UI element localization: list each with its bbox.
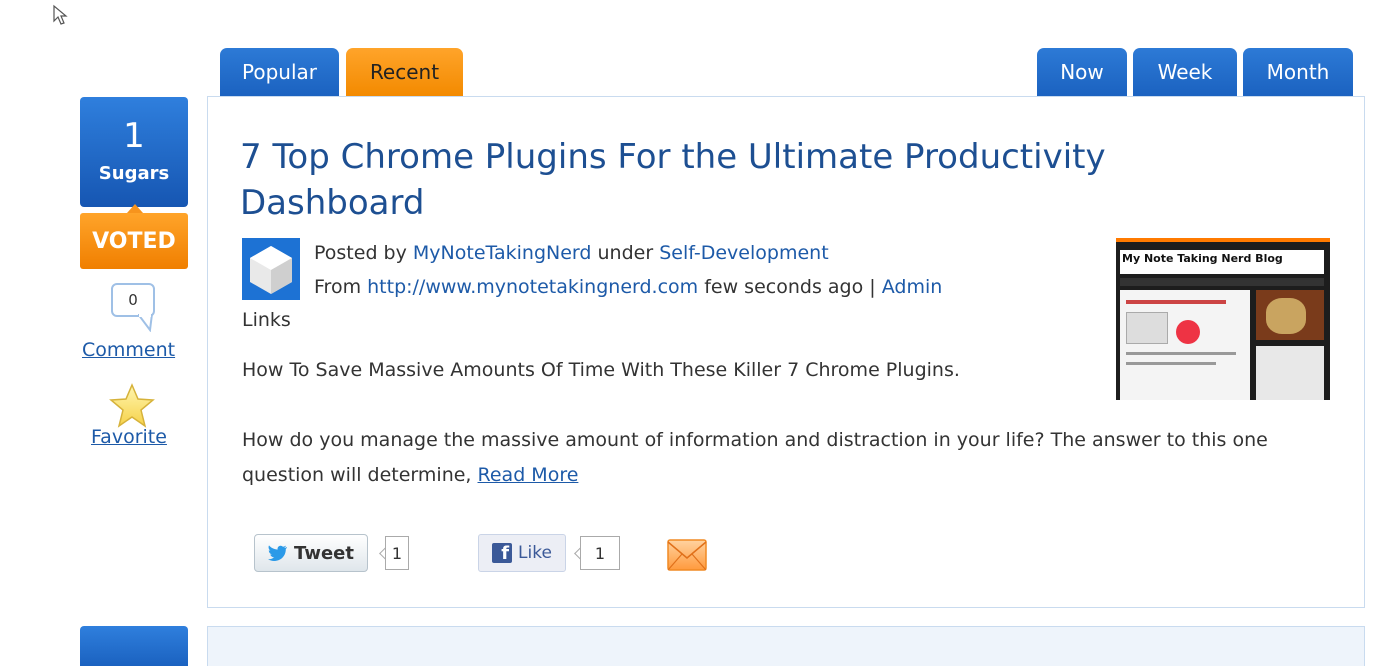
- time-ago: few seconds ago: [704, 276, 864, 298]
- cursor-icon: [53, 4, 68, 25]
- comment-bubble-tail: [138, 314, 154, 332]
- tab-recent[interactable]: Recent: [346, 48, 463, 96]
- comment-count: 0: [128, 291, 138, 309]
- cube-icon: [250, 246, 292, 294]
- story-title-link[interactable]: 7 Top Chrome Plugins For the Ultimate Pr…: [240, 137, 1106, 223]
- source-url-link[interactable]: http://www.mynotetakingnerd.com: [367, 276, 698, 298]
- facebook-like-button[interactable]: f Like: [478, 534, 566, 572]
- comment-bubble-icon[interactable]: 0: [111, 283, 155, 317]
- tweet-button[interactable]: Tweet: [254, 534, 368, 572]
- avatar[interactable]: [242, 238, 300, 300]
- source-line: From http://www.mynotetakingnerd.com few…: [314, 276, 942, 298]
- under-text: under: [597, 242, 654, 264]
- author-link[interactable]: MyNoteTakingNerd: [413, 242, 592, 264]
- vote-arrow: [127, 204, 143, 213]
- like-label: Like: [518, 543, 552, 563]
- email-icon[interactable]: [666, 534, 708, 574]
- story-thumbnail[interactable]: My Note Taking Nerd Blog: [1116, 238, 1330, 400]
- comment-link[interactable]: Comment: [82, 339, 175, 361]
- next-story-panel: [207, 626, 1365, 666]
- favorite-link[interactable]: Favorite: [91, 426, 167, 448]
- tab-popular[interactable]: Popular: [220, 48, 339, 96]
- tweet-label: Tweet: [294, 542, 354, 564]
- star-icon[interactable]: [108, 383, 156, 429]
- from-prefix: From: [314, 276, 362, 298]
- tab-week[interactable]: Week: [1133, 48, 1237, 96]
- tab-month[interactable]: Month: [1243, 48, 1353, 96]
- like-count: 1: [580, 536, 620, 570]
- posted-by-line: Posted by MyNoteTakingNerd under Self-De…: [314, 242, 829, 264]
- story-title[interactable]: 7 Top Chrome Plugins For the Ultimate Pr…: [240, 134, 1220, 226]
- facebook-icon: f: [492, 543, 513, 563]
- separator: |: [869, 276, 876, 298]
- thumbnail-blog-title: My Note Taking Nerd Blog: [1122, 252, 1283, 265]
- admin-links-link[interactable]: Admin: [882, 276, 943, 298]
- posted-by-prefix: Posted by: [314, 242, 407, 264]
- tweet-count: 1: [385, 536, 409, 570]
- admin-links-link-cont[interactable]: Links: [242, 309, 291, 331]
- tab-now[interactable]: Now: [1037, 48, 1127, 96]
- next-vote-count-box: [80, 626, 188, 666]
- vote-count: 1: [123, 116, 145, 156]
- voted-button[interactable]: VOTED: [80, 213, 188, 269]
- vote-unit: Sugars: [98, 163, 170, 184]
- story-description: How do you manage the massive amount of …: [242, 423, 1342, 493]
- story-excerpt: How To Save Massive Amounts Of Time With…: [242, 359, 960, 381]
- vote-count-box: 1 Sugars: [80, 97, 188, 207]
- story-description-text: How do you manage the massive amount of …: [242, 429, 1268, 486]
- twitter-bird-icon: [268, 545, 288, 561]
- read-more-link[interactable]: Read More: [478, 464, 579, 486]
- category-link[interactable]: Self-Development: [659, 242, 828, 264]
